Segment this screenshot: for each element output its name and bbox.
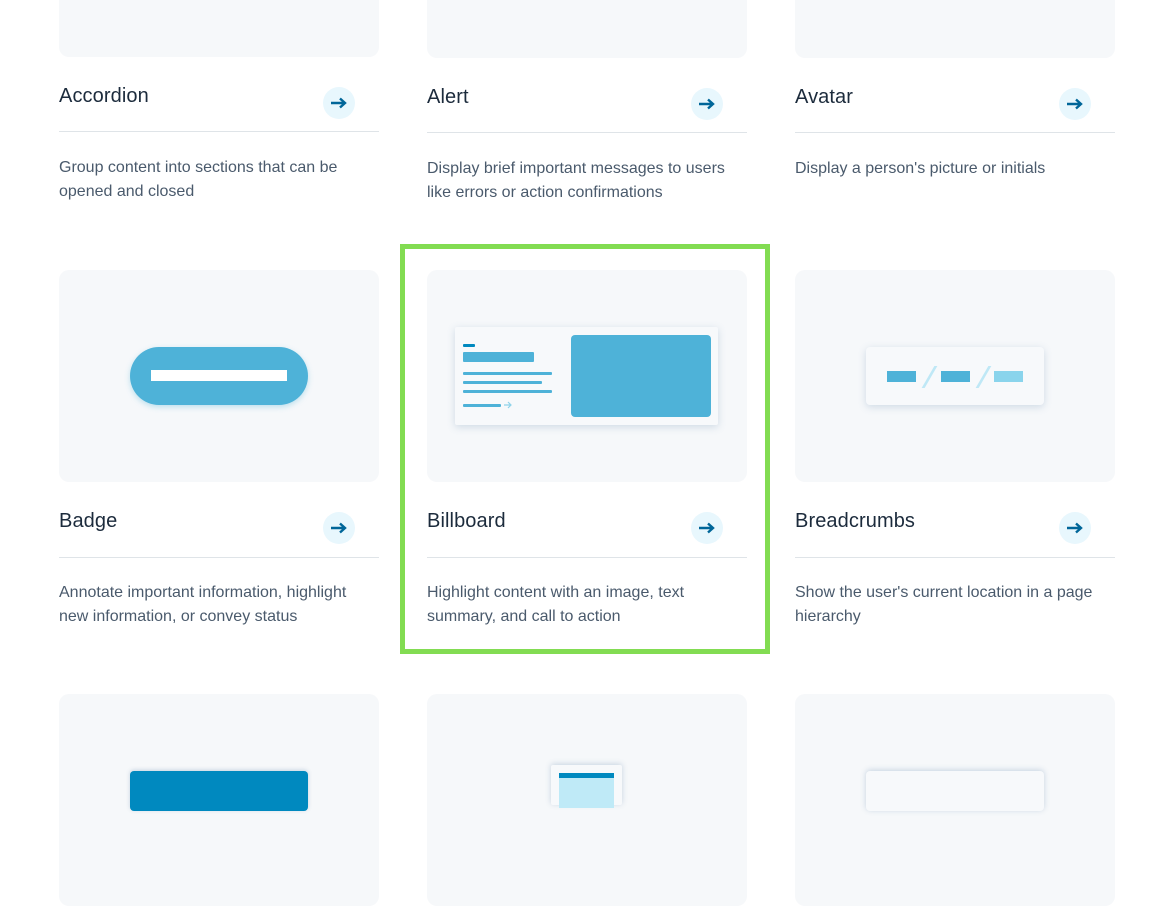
avatar-preview xyxy=(795,0,1115,58)
divider xyxy=(795,132,1115,133)
card-description: Annotate important information, highligh… xyxy=(59,584,347,625)
open-breadcrumbs-button[interactable] xyxy=(1059,512,1091,544)
card-title: Alert xyxy=(427,86,469,108)
alert-preview xyxy=(427,0,747,58)
card-title: Badge xyxy=(59,510,118,532)
card-title: Avatar xyxy=(795,86,854,108)
component-preview xyxy=(795,694,1115,906)
card-title: Accordion xyxy=(59,85,149,107)
divider xyxy=(795,557,1115,558)
card-description: Display brief important messages to user… xyxy=(427,160,725,201)
card-title: Breadcrumbs xyxy=(795,510,916,532)
arrow-right-icon xyxy=(1067,522,1083,534)
badge-illustration xyxy=(130,347,308,405)
breadcrumbs-illustration xyxy=(866,347,1044,405)
breadcrumbs-preview xyxy=(795,270,1115,482)
arrow-right-icon xyxy=(331,522,347,534)
panel-illustration xyxy=(866,771,1044,811)
card-description: Show the user's current location in a pa… xyxy=(795,584,1093,625)
open-alert-button[interactable] xyxy=(691,88,723,120)
card-description: Display a person's picture or initials xyxy=(795,160,1046,177)
badge-preview xyxy=(59,270,379,482)
component-preview xyxy=(427,694,747,906)
arrow-right-icon xyxy=(1067,98,1083,110)
open-accordion-button[interactable] xyxy=(323,87,355,119)
button-illustration xyxy=(130,771,308,811)
arrow-right-icon xyxy=(331,97,347,109)
open-badge-button[interactable] xyxy=(323,512,355,544)
accordion-preview xyxy=(59,0,379,57)
card-illustration xyxy=(551,765,622,808)
arrow-right-icon xyxy=(699,98,715,110)
component-preview xyxy=(59,694,379,906)
divider xyxy=(59,557,379,558)
selection-highlight xyxy=(400,244,770,654)
divider xyxy=(59,131,379,132)
open-avatar-button[interactable] xyxy=(1059,88,1091,120)
divider xyxy=(427,132,747,133)
card-description: Group content into sections that can be … xyxy=(59,159,338,200)
